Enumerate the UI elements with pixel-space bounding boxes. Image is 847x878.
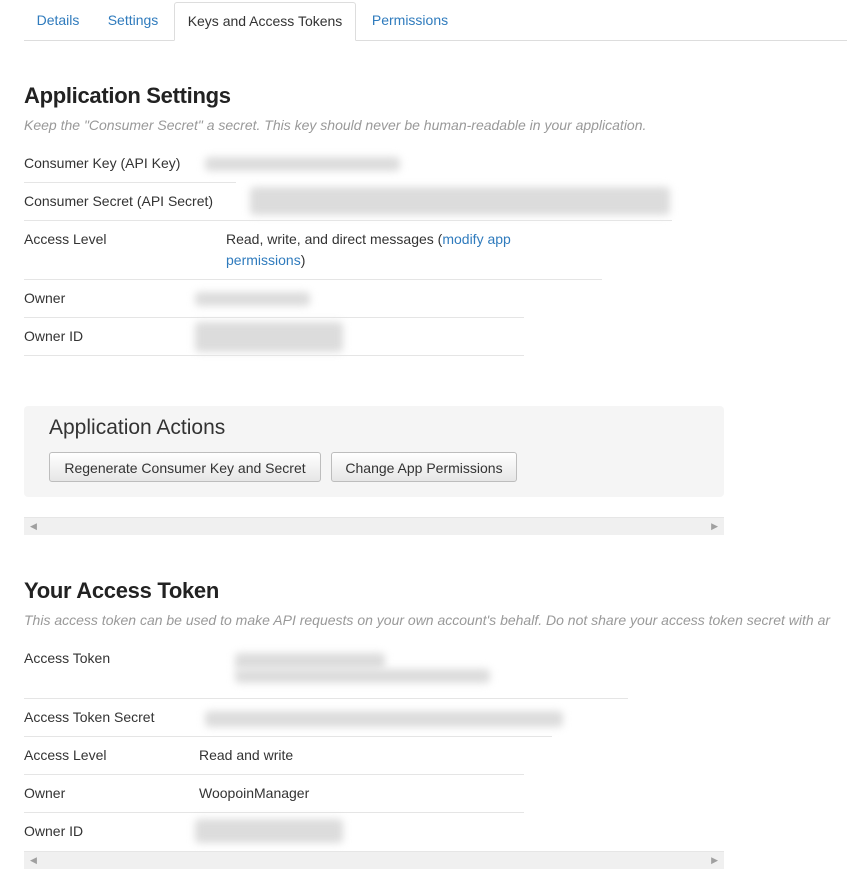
regenerate-consumer-key-button[interactable]: Regenerate Consumer Key and Secret bbox=[49, 452, 321, 482]
application-actions-heading: Application Actions bbox=[49, 416, 226, 439]
token-owner-label: Owner bbox=[24, 785, 66, 801]
access-token-heading: Your Access Token bbox=[24, 578, 220, 603]
access-level-label: Access Level bbox=[24, 231, 107, 247]
access-token-value-redacted-line2 bbox=[235, 669, 490, 683]
consumer-key-value-redacted bbox=[205, 157, 400, 171]
tab-permissions[interactable]: Permissions bbox=[360, 2, 460, 39]
scroll-left-icon[interactable]: ◀ bbox=[30, 855, 37, 866]
row-divider bbox=[24, 355, 524, 356]
consumer-key-label: Consumer Key (API Key) bbox=[24, 155, 181, 171]
row-divider bbox=[24, 812, 524, 813]
application-settings-note: Keep the "Consumer Secret" a secret. Thi… bbox=[24, 117, 647, 133]
tab-bar: Details Settings Keys and Access Tokens … bbox=[24, 0, 847, 41]
owner-id-value-redacted bbox=[195, 322, 343, 352]
horizontal-scrollbar[interactable]: ◀ ▶ bbox=[24, 851, 724, 869]
tab-details[interactable]: Details bbox=[24, 2, 92, 39]
access-token-value-redacted bbox=[235, 653, 385, 669]
horizontal-scrollbar[interactable]: ◀ ▶ bbox=[24, 517, 724, 535]
access-token-secret-label: Access Token Secret bbox=[24, 709, 155, 725]
access-token-label: Access Token bbox=[24, 650, 111, 666]
owner-label: Owner bbox=[24, 290, 66, 306]
access-level-suffix: ) bbox=[300, 252, 306, 268]
consumer-secret-label: Consumer Secret (API Secret) bbox=[24, 193, 214, 209]
owner-id-label: Owner ID bbox=[24, 328, 84, 344]
scroll-right-icon[interactable]: ▶ bbox=[711, 855, 718, 866]
row-divider bbox=[24, 736, 552, 737]
application-settings-heading: Application Settings bbox=[24, 83, 231, 108]
token-owner-value: WoopoinManager bbox=[199, 785, 310, 801]
row-divider bbox=[24, 279, 602, 280]
owner-value-redacted bbox=[195, 292, 310, 306]
access-level-text: Read, write, and direct messages ( bbox=[226, 231, 443, 247]
consumer-secret-value-redacted bbox=[250, 187, 670, 215]
tab-settings[interactable]: Settings bbox=[98, 2, 168, 39]
change-app-permissions-button[interactable]: Change App Permissions bbox=[331, 452, 517, 482]
row-divider bbox=[24, 317, 524, 318]
access-level-value: Read, write, and direct messages (modify… bbox=[226, 229, 546, 271]
token-owner-id-value-redacted bbox=[195, 819, 343, 843]
row-divider bbox=[24, 774, 524, 775]
application-actions-panel: Application Actions Regenerate Consumer … bbox=[24, 406, 724, 497]
access-token-note: This access token can be used to make AP… bbox=[24, 612, 831, 628]
token-access-level-label: Access Level bbox=[24, 747, 107, 763]
page: Details Settings Keys and Access Tokens … bbox=[0, 0, 847, 878]
modify-app-permissions-link-continued[interactable]: permissions bbox=[226, 252, 301, 268]
row-divider bbox=[24, 220, 672, 221]
modify-app-permissions-link[interactable]: modify app bbox=[442, 231, 510, 247]
row-divider bbox=[24, 698, 628, 699]
scroll-left-icon[interactable]: ◀ bbox=[30, 521, 37, 532]
scroll-right-icon[interactable]: ▶ bbox=[711, 521, 718, 532]
tab-keys-and-access-tokens[interactable]: Keys and Access Tokens bbox=[174, 2, 356, 41]
token-access-level-value: Read and write bbox=[199, 747, 294, 763]
access-token-secret-value-redacted bbox=[205, 711, 563, 727]
row-divider bbox=[24, 182, 236, 183]
token-owner-id-label: Owner ID bbox=[24, 823, 84, 839]
